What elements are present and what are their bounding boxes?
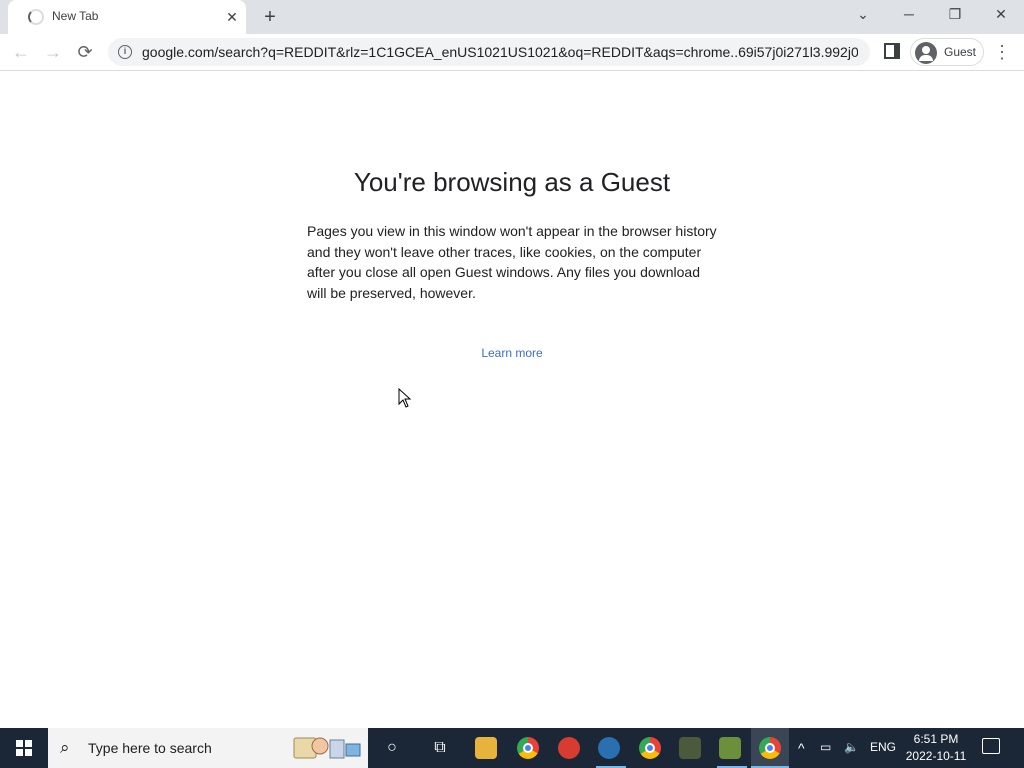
taskbar-search-box[interactable]: ⌕ Type here to search xyxy=(48,728,368,768)
file-explorer-icon[interactable] xyxy=(475,737,497,759)
restore-button[interactable]: ❐ xyxy=(932,0,978,30)
page-title: You're browsing as a Guest xyxy=(353,167,671,197)
windows-logo-icon xyxy=(16,740,32,756)
language-indicator[interactable]: ENG xyxy=(870,740,896,754)
betacraft-icon[interactable] xyxy=(679,737,701,759)
search-icon: ⌕ xyxy=(60,738,70,757)
side-panel-icon[interactable] xyxy=(884,43,900,59)
network-icon[interactable]: ▭ xyxy=(820,740,831,754)
site-info-icon[interactable]: i xyxy=(118,45,132,59)
avatar-icon xyxy=(915,42,937,64)
browser-toolbar: ← → ⟳ i google.com/search?q=REDDIT&rlz=1… xyxy=(0,34,1024,71)
chrome-icon[interactable] xyxy=(517,737,539,759)
cortana-icon[interactable]: ○ xyxy=(374,732,410,764)
mouse-cursor-icon xyxy=(398,387,412,408)
notifications-icon[interactable] xyxy=(982,738,1000,754)
tab-close-icon[interactable]: ✕ xyxy=(222,7,242,27)
profile-button[interactable]: Guest xyxy=(910,38,984,66)
browser-menu-button[interactable]: ⋮ xyxy=(992,39,1012,65)
search-placeholder: Type here to search xyxy=(88,740,212,756)
tab-title: New Tab xyxy=(52,9,99,23)
tab-new-tab[interactable]: New Tab ✕ xyxy=(8,0,246,34)
close-window-button[interactable]: ✕ xyxy=(978,0,1024,30)
clock-time: 6:51 PM xyxy=(913,732,959,746)
clock[interactable]: 6:51 PM 2022-10-11 xyxy=(900,731,972,765)
start-button[interactable] xyxy=(0,728,48,768)
steam-icon[interactable] xyxy=(598,737,620,759)
stop-loading-button[interactable]: ⟳ xyxy=(72,39,98,65)
new-tab-button[interactable]: + xyxy=(258,5,282,29)
learn-more-link[interactable]: Learn more xyxy=(0,346,1024,360)
show-hidden-icons-chevron-icon[interactable]: ^ xyxy=(798,740,805,756)
back-button[interactable]: ← xyxy=(8,39,34,65)
taskbar: ⌕ Type here to search ○ ⧉ ^ ▭ 🔈 ENG 6:51… xyxy=(0,728,1024,768)
task-view-icon[interactable]: ⧉ xyxy=(422,732,458,764)
minecraft-icon[interactable] xyxy=(719,737,741,759)
tab-search-button[interactable]: ⌄ xyxy=(840,0,886,30)
chrome-icon[interactable] xyxy=(759,737,781,759)
profile-label: Guest xyxy=(944,45,977,59)
chrome-icon[interactable] xyxy=(639,737,661,759)
guest-description: Pages you view in this window won't appe… xyxy=(307,223,717,301)
loading-spinner-icon xyxy=(28,9,44,25)
red-app-icon[interactable] xyxy=(558,737,580,759)
search-highlight-illustration-icon xyxy=(293,737,361,759)
guest-page: You're browsing as a Guest Pages you vie… xyxy=(0,71,1024,728)
clock-date: 2022-10-11 xyxy=(905,749,967,763)
minimize-button[interactable]: ─ xyxy=(886,0,932,30)
forward-button[interactable]: → xyxy=(40,39,66,65)
url-text[interactable]: google.com/search?q=REDDIT&rlz=1C1GCEA_e… xyxy=(142,44,858,60)
tab-strip: New Tab ✕ + ⌄ ─ ❐ ✕ xyxy=(0,0,1024,34)
address-bar[interactable]: i google.com/search?q=REDDIT&rlz=1C1GCEA… xyxy=(108,38,870,66)
volume-icon[interactable]: 🔈 xyxy=(844,740,859,754)
